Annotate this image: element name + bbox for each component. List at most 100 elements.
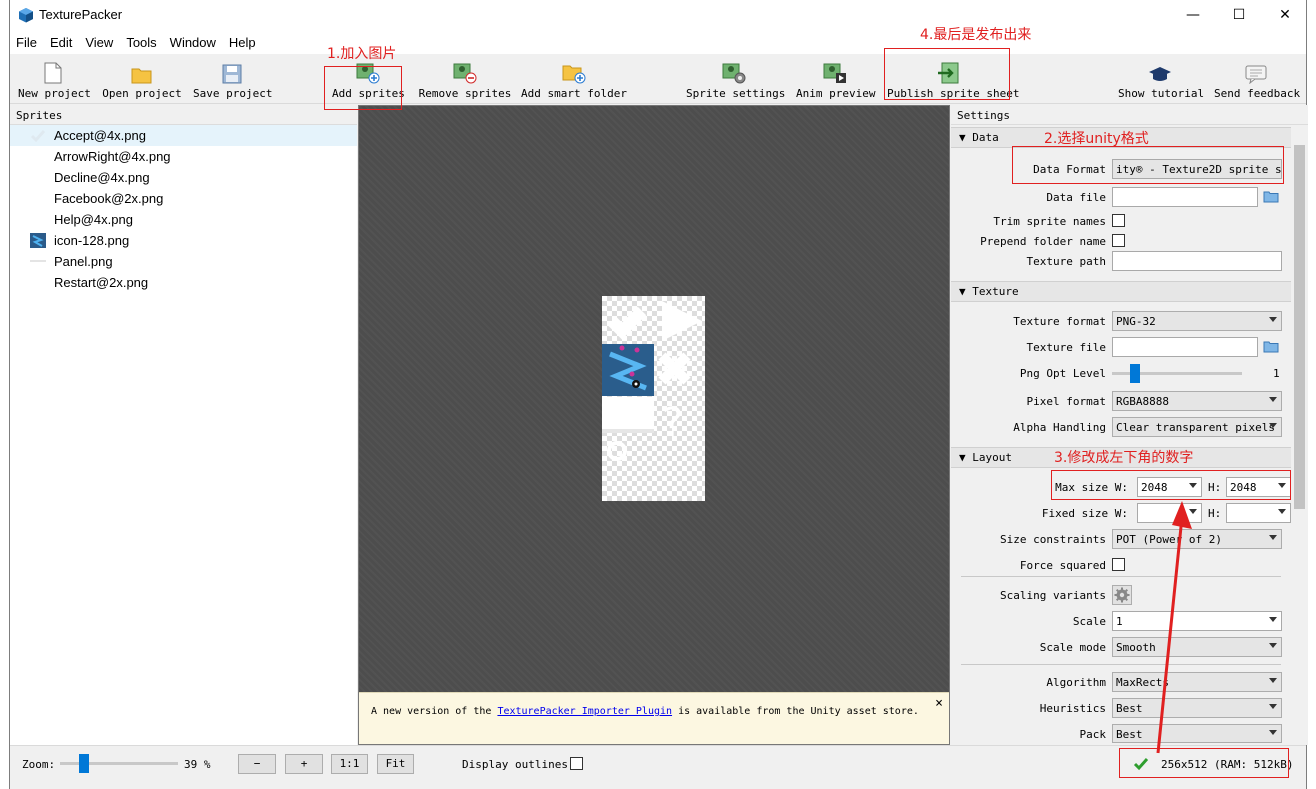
sprite-item-label: Decline@4x.png (54, 170, 150, 185)
folder-browse-icon[interactable] (1263, 190, 1279, 203)
menu-help[interactable]: Help (229, 35, 256, 50)
notice-close-icon[interactable]: × (935, 697, 943, 711)
texture-file-label: Texture file (1026, 341, 1106, 354)
zoom-reset-button[interactable]: 1:1 (331, 754, 368, 774)
save-project-button[interactable]: Save project (193, 60, 272, 102)
trim-sprite-names-label: Trim sprite names (993, 215, 1106, 228)
texture-file-input[interactable] (1112, 337, 1258, 357)
sprite-sheet-canvas[interactable]: ? A new version of the TexturePacker Imp… (358, 105, 950, 745)
annotation-step3: 3.修改成左下角的数字 (1054, 450, 1194, 466)
chevron-down-icon (1269, 397, 1277, 402)
add-smart-folder-button[interactable]: Add smart folder (520, 60, 628, 102)
folder-open-icon (131, 68, 152, 84)
sprites-panel-header: Sprites (10, 105, 357, 125)
texture-path-input[interactable] (1112, 251, 1282, 271)
divider (961, 664, 1281, 665)
pixel-format-value: RGBA8888 (1116, 395, 1169, 408)
settings-scrollbar[interactable] (1291, 125, 1308, 745)
sprite-item[interactable]: Accept@4x.png (10, 125, 357, 146)
sprite-item[interactable]: ArrowRight@4x.png (10, 146, 357, 167)
annotation-step1: 1.加入图片 (327, 46, 397, 62)
folder-browse-icon[interactable] (1263, 340, 1279, 353)
scale-row: Scale 1 (951, 611, 1291, 633)
zoom-value: 39 % (184, 758, 211, 771)
sprite-settings-icon (722, 63, 745, 84)
checkmark-thumbnail-icon (30, 130, 46, 143)
heuristics-label: Heuristics (1039, 702, 1106, 715)
new-project-button[interactable]: New project (18, 60, 91, 102)
png-opt-level-slider-thumb[interactable] (1130, 364, 1140, 383)
texture-section-header[interactable]: ▼ Texture (951, 281, 1291, 302)
texturepacker-window: TexturePacker — ☐ ✕ File Edit View Tools… (9, 0, 1308, 789)
sprite-settings-button[interactable]: Sprite settings (686, 60, 786, 102)
texture-path-label: Texture path (1026, 255, 1106, 268)
add-smart-folder-label: Add smart folder (521, 87, 627, 100)
force-squared-checkbox[interactable] (1112, 558, 1125, 571)
sprite-settings-label: Sprite settings (686, 87, 786, 100)
scale-mode-row: Scale mode Smooth (951, 637, 1291, 659)
maximize-button[interactable]: ☐ (1216, 0, 1262, 30)
trim-sprite-names-row: Trim sprite names (951, 211, 1291, 233)
divider (961, 576, 1281, 577)
zoom-fit-button[interactable]: Fit (377, 754, 414, 774)
sprite-item[interactable]: icon-128.png (10, 230, 357, 251)
show-tutorial-button[interactable]: Show tutorial (1118, 60, 1204, 102)
layout-section-title: Layout (972, 451, 1012, 464)
annotation-box-add-sprites (324, 66, 402, 110)
force-squared-label: Force squared (1019, 559, 1106, 572)
sprite-item[interactable]: Help@4x.png (10, 209, 357, 230)
annotation-step4: 4.最后是发布出来 (920, 27, 1032, 43)
menu-edit[interactable]: Edit (50, 35, 72, 50)
heuristics-value: Best (1116, 702, 1143, 715)
send-feedback-button[interactable]: Send feedback (1214, 60, 1300, 102)
zoom-slider-thumb[interactable] (79, 754, 89, 773)
menu-view[interactable]: View (85, 35, 113, 50)
menu-file[interactable]: File (16, 35, 37, 50)
trim-sprite-names-checkbox[interactable] (1112, 214, 1125, 227)
feedback-bubble-icon (1245, 65, 1267, 84)
svg-text:?: ? (662, 400, 683, 446)
texture-format-select[interactable]: PNG-32 (1112, 311, 1282, 331)
sprite-item[interactable]: Facebook@2x.png (10, 188, 357, 209)
sprite-item-label: Accept@4x.png (54, 128, 146, 143)
chevron-down-icon (1269, 678, 1277, 683)
chevron-down-icon (1269, 317, 1277, 322)
alpha-handling-select[interactable]: Clear transparent pixels (1112, 417, 1282, 437)
prepend-folder-label: Prepend folder name (980, 235, 1106, 248)
settings-scrollbar-thumb[interactable] (1294, 145, 1305, 509)
sprite-item[interactable]: Panel.png (10, 251, 357, 272)
notice-text-pre: A new version of the (371, 706, 498, 717)
fixed-size-row: Fixed size W: H: (951, 503, 1291, 525)
annotation-box-publish (884, 48, 1010, 100)
importer-plugin-link[interactable]: TexturePacker Importer Plugin (497, 706, 672, 717)
anim-preview-button[interactable]: Anim preview (796, 60, 875, 102)
display-outlines-label: Display outlines: (462, 758, 575, 771)
scaling-variants-button[interactable] (1112, 585, 1132, 605)
new-project-label: New project (18, 87, 91, 100)
pixel-format-select[interactable]: RGBA8888 (1112, 391, 1282, 411)
algorithm-row: Algorithm MaxRects (951, 672, 1291, 694)
fixed-height-select[interactable] (1226, 503, 1291, 523)
settings-panel: Settings ▼ Data Data Format ity® - Textu… (951, 105, 1308, 745)
gear-icon (1114, 587, 1130, 603)
minimize-button[interactable]: — (1170, 0, 1216, 30)
zoom-in-button[interactable]: + (285, 754, 323, 774)
sprite-item[interactable]: Restart@2x.png (10, 272, 357, 293)
sprite-item[interactable]: Decline@4x.png (10, 167, 357, 188)
zoom-slider[interactable] (60, 754, 178, 773)
remove-sprites-button[interactable]: Remove sprites (418, 60, 512, 102)
menu-tools[interactable]: Tools (126, 35, 156, 50)
menu-window[interactable]: Window (170, 35, 216, 50)
open-project-button[interactable]: Open project (102, 60, 182, 102)
alpha-handling-label: Alpha Handling (1013, 421, 1106, 434)
png-opt-level-slider[interactable] (1112, 364, 1242, 383)
prepend-folder-checkbox[interactable] (1112, 234, 1125, 247)
save-disk-icon (222, 64, 242, 84)
notice-text-post: is available from the Unity asset store. (672, 706, 919, 717)
data-file-input[interactable] (1112, 187, 1258, 207)
zoom-out-button[interactable]: − (238, 754, 276, 774)
texture-format-row: Texture format PNG-32 (951, 311, 1291, 333)
close-button[interactable]: ✕ (1262, 0, 1308, 30)
sprite-item-label: icon-128.png (54, 233, 130, 248)
display-outlines-checkbox[interactable] (570, 757, 583, 770)
